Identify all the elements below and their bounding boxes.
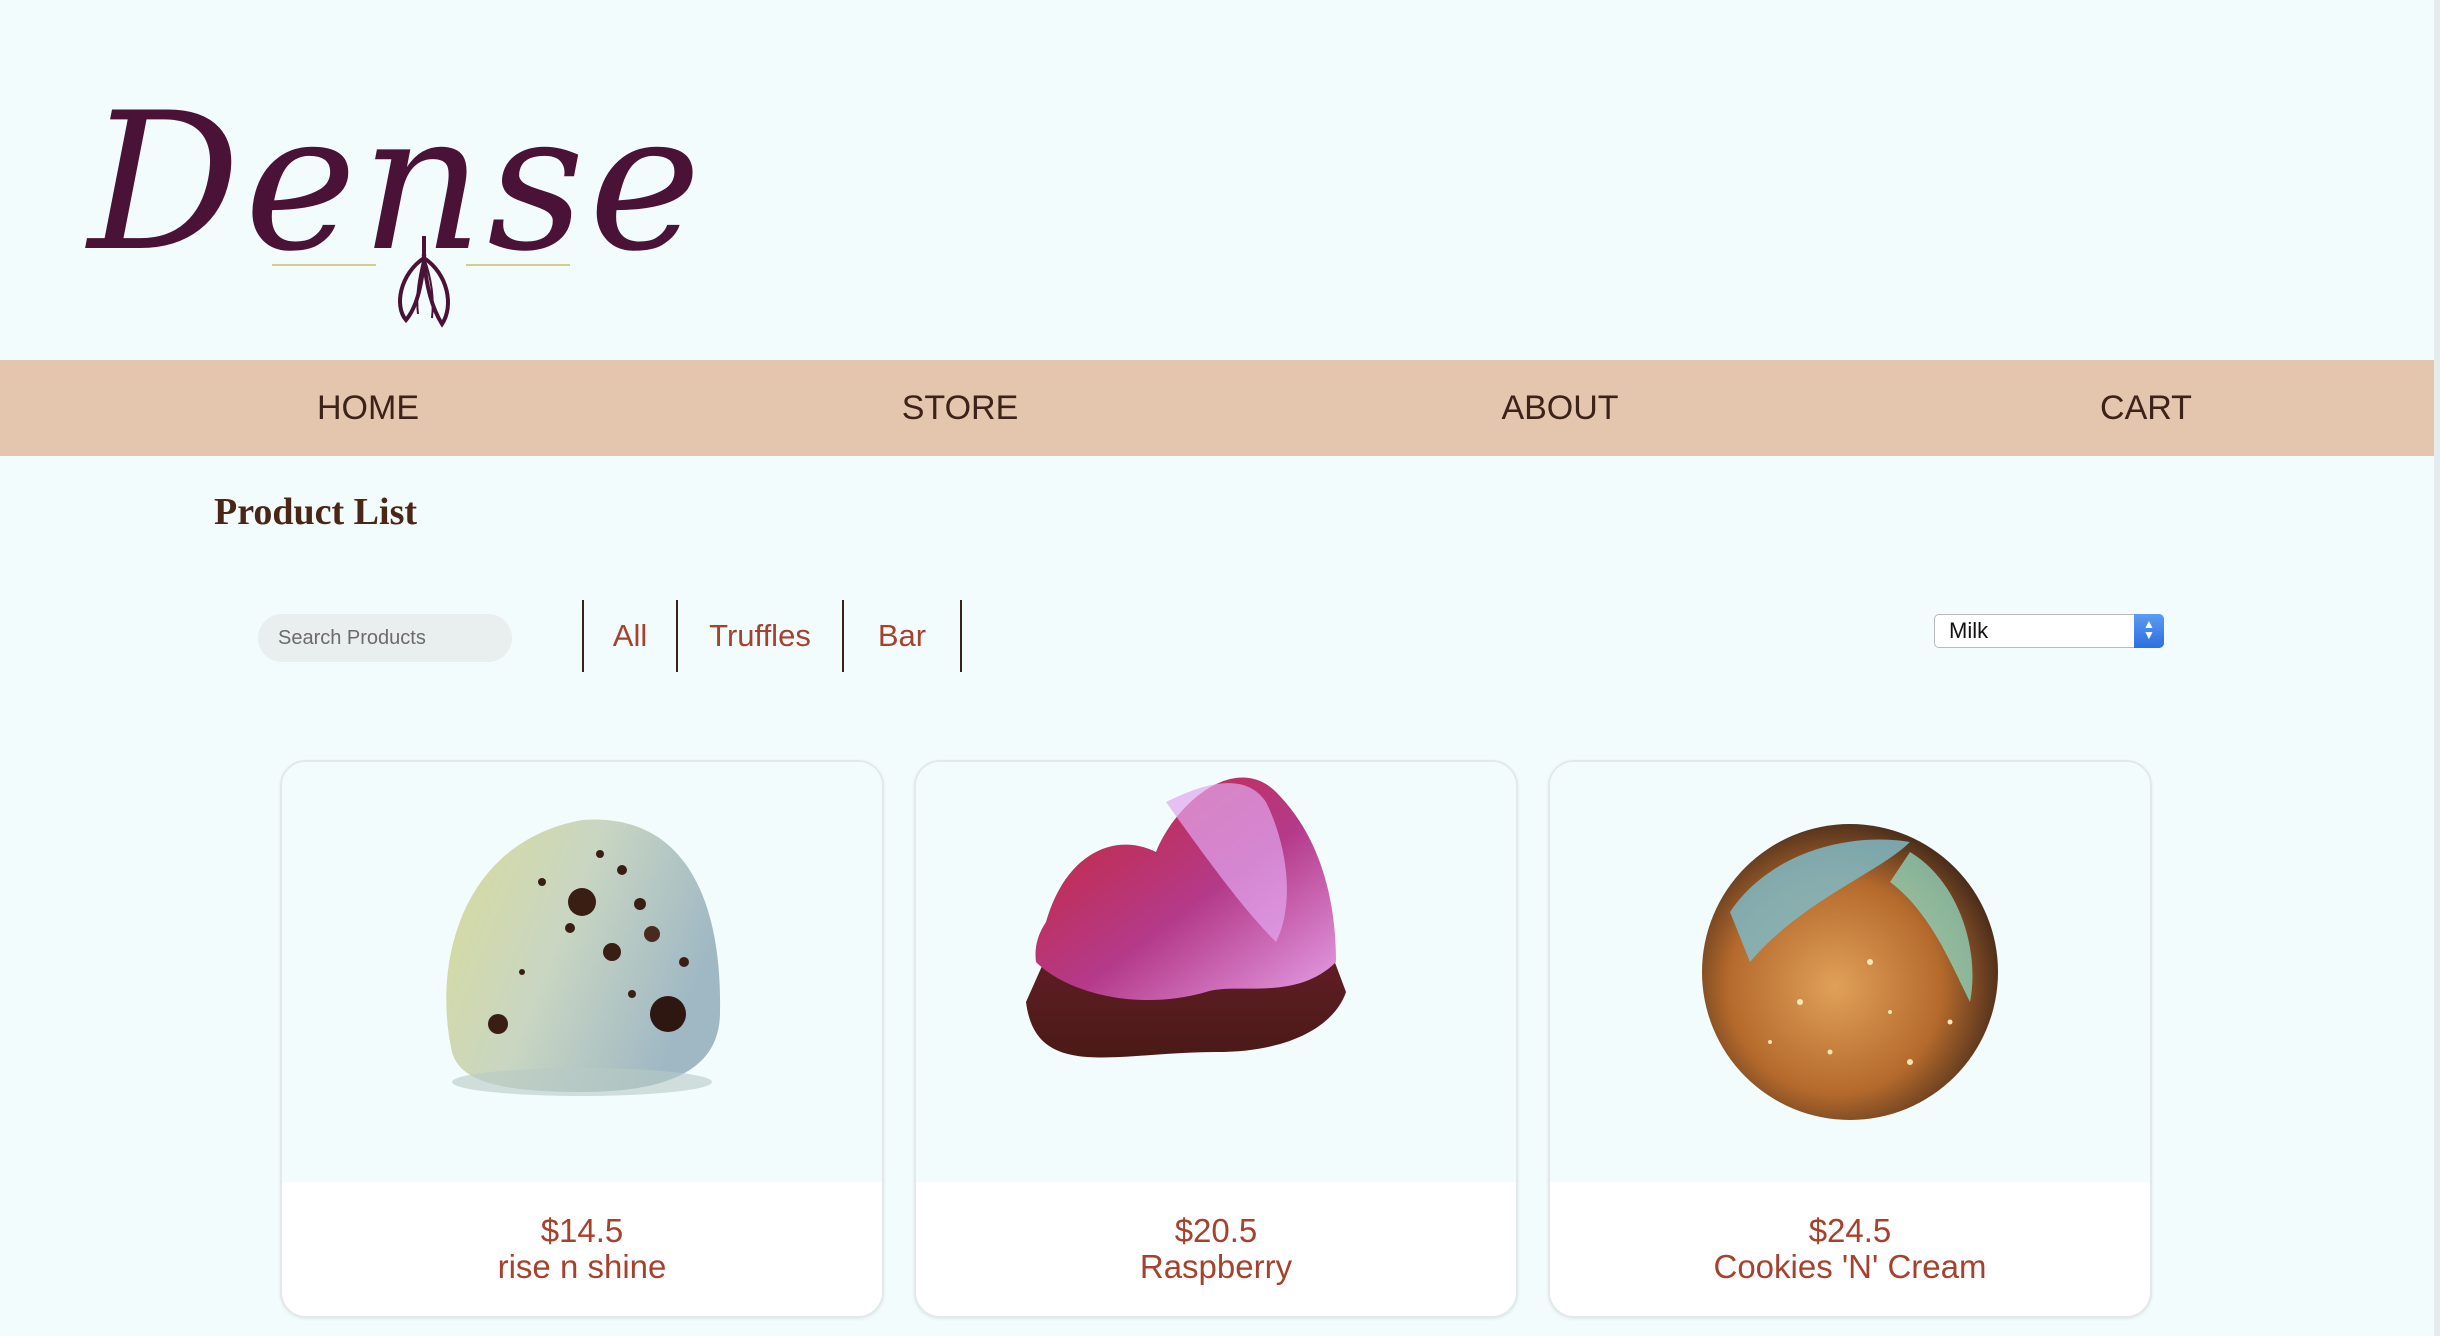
- product-price: $14.5: [540, 1212, 624, 1249]
- heart-bonbon-image: [916, 762, 1516, 1182]
- product-name: rise n shine: [497, 1248, 667, 1285]
- main-navbar: HOME STORE ABOUT CART: [0, 360, 2434, 456]
- site-header: Dense: [0, 0, 2434, 360]
- sphere-bonbon-image: [1550, 762, 2150, 1182]
- logo-divider-right: [466, 264, 570, 266]
- nav-about[interactable]: ABOUT: [1460, 360, 1660, 456]
- select-value: Milk: [1949, 618, 1989, 643]
- speckled-truffle-image: [282, 762, 882, 1182]
- product-card[interactable]: $14.5 rise n shine: [280, 760, 884, 1318]
- product-price: $20.5: [1174, 1212, 1258, 1249]
- window-edge: [2434, 0, 2440, 1336]
- product-price: $24.5: [1808, 1212, 1892, 1249]
- brand-logo[interactable]: Dense: [88, 88, 701, 328]
- product-card[interactable]: $24.5 Cookies 'N' Cream: [1548, 760, 2152, 1318]
- product-name: Raspberry: [1139, 1248, 1293, 1285]
- product-card[interactable]: $20.5 Raspberry: [914, 760, 1518, 1318]
- nav-store[interactable]: STORE: [860, 360, 1060, 456]
- filter-all[interactable]: All: [584, 600, 676, 672]
- logo-divider-left: [272, 264, 376, 266]
- chocolate-type-select[interactable]: Milk ▲ ▼: [1934, 614, 2164, 648]
- filter-truffles[interactable]: Truffles: [678, 600, 842, 672]
- select-stepper-icon: ▲ ▼: [2134, 614, 2164, 648]
- filter-bar[interactable]: Bar: [844, 600, 960, 672]
- nav-cart[interactable]: CART: [2046, 360, 2246, 456]
- cacao-pod-icon: [398, 236, 450, 328]
- search-input[interactable]: [258, 614, 512, 662]
- product-name: Cookies 'N' Cream: [1713, 1248, 1987, 1285]
- nav-home[interactable]: HOME: [268, 360, 468, 456]
- category-filter-bar: All Truffles Bar: [582, 600, 962, 672]
- page-title: Product List: [214, 491, 418, 533]
- filter-divider: [960, 600, 962, 672]
